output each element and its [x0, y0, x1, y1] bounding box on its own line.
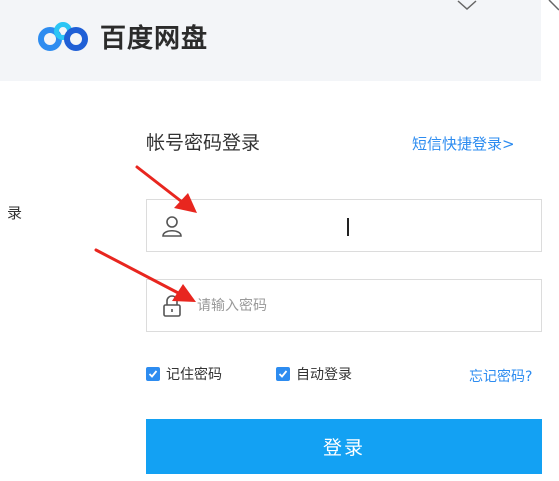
- checkmark-icon[interactable]: [146, 367, 160, 381]
- login-button[interactable]: 登录: [146, 419, 542, 474]
- auto-login-checkbox[interactable]: 自动登录: [276, 365, 352, 383]
- side-tab-label[interactable]: 录: [7, 202, 22, 223]
- app-header: 百度网盘: [0, 0, 559, 81]
- remember-password-label: 记住密码: [166, 367, 222, 383]
- password-field[interactable]: [146, 279, 542, 332]
- sms-login-link[interactable]: 短信快捷登录>: [412, 133, 515, 154]
- username-field[interactable]: [146, 199, 542, 252]
- user-icon: [162, 216, 182, 237]
- auto-login-label: 自动登录: [296, 367, 352, 383]
- checkmark-icon[interactable]: [276, 367, 290, 381]
- close-icon[interactable]: [545, 0, 559, 12]
- text-cursor: [347, 218, 349, 236]
- remember-password-checkbox[interactable]: 记住密码: [146, 365, 222, 383]
- forgot-password-link[interactable]: 忘记密码?: [469, 366, 532, 386]
- chevron-down-icon[interactable]: [456, 0, 478, 12]
- login-title: 帐号密码登录: [146, 132, 261, 154]
- baidu-cloud-logo-icon: [38, 22, 88, 51]
- password-input[interactable]: [197, 288, 527, 324]
- username-input[interactable]: [197, 208, 527, 244]
- app-title: 百度网盘: [100, 24, 209, 54]
- lock-icon: [163, 295, 181, 317]
